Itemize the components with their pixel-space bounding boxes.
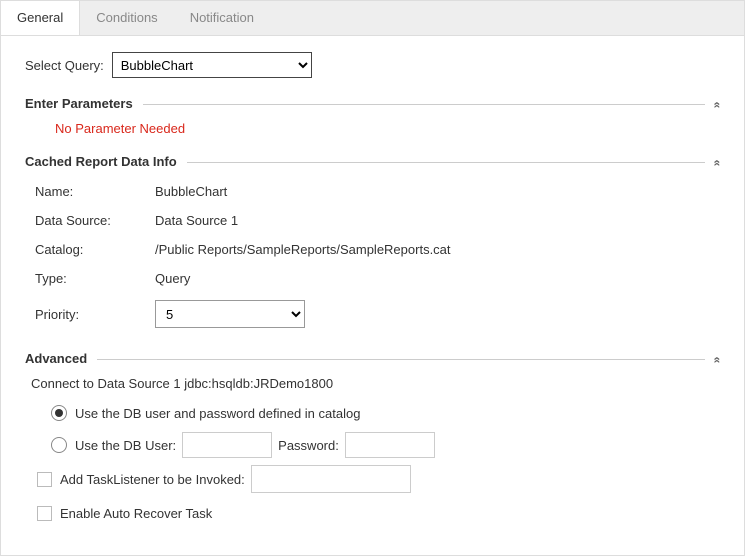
collapse-icon[interactable]: « <box>712 101 724 106</box>
checkbox-row-tasklistener: Add TaskListener to be Invoked: <box>37 465 720 493</box>
select-query-label: Select Query: <box>25 58 104 73</box>
tab-conditions[interactable]: Conditions <box>80 1 173 35</box>
priority-value-wrap: 5 <box>155 300 305 328</box>
collapse-icon[interactable]: « <box>712 356 724 361</box>
priority-label: Priority: <box>35 307 155 322</box>
select-query-row: Select Query: BubbleChart <box>25 52 720 78</box>
section-cached-report[interactable]: Cached Report Data Info « <box>25 154 720 169</box>
name-value: BubbleChart <box>155 184 227 199</box>
collapse-icon[interactable]: « <box>712 159 724 164</box>
section-divider <box>143 104 706 105</box>
cached-info-grid: Name: BubbleChart Data Source: Data Sour… <box>35 177 720 335</box>
checkbox-row-autorecover: Enable Auto Recover Task <box>37 499 720 527</box>
radio-use-dbuser[interactable] <box>51 437 67 453</box>
datasource-label: Data Source: <box>35 213 155 228</box>
catalog-value: /Public Reports/SampleReports/SampleRepo… <box>155 242 451 257</box>
info-row-catalog: Catalog: /Public Reports/SampleReports/S… <box>35 235 720 264</box>
db-password-input[interactable] <box>345 432 435 458</box>
radio-use-catalog-label: Use the DB user and password defined in … <box>75 406 360 421</box>
autorecover-label: Enable Auto Recover Task <box>60 506 212 521</box>
connect-text: Connect to Data Source 1 jdbc:hsqldb:JRD… <box>31 376 720 391</box>
tab-bar: General Conditions Notification <box>1 1 744 36</box>
name-label: Name: <box>35 184 155 199</box>
section-title-parameters: Enter Parameters <box>25 96 143 111</box>
radio-use-dbuser-label: Use the DB User: <box>75 438 176 453</box>
radio-row-catalog[interactable]: Use the DB user and password defined in … <box>51 399 720 427</box>
section-enter-parameters[interactable]: Enter Parameters « <box>25 96 720 111</box>
advanced-body: Connect to Data Source 1 jdbc:hsqldb:JRD… <box>31 376 720 527</box>
type-value: Query <box>155 271 190 286</box>
datasource-value: Data Source 1 <box>155 213 238 228</box>
tab-general[interactable]: General <box>1 1 80 35</box>
tab-notification[interactable]: Notification <box>174 1 270 35</box>
tasklistener-label: Add TaskListener to be Invoked: <box>60 472 245 487</box>
radio-use-catalog[interactable] <box>51 405 67 421</box>
db-user-input[interactable] <box>182 432 272 458</box>
type-label: Type: <box>35 271 155 286</box>
dialog-panel: General Conditions Notification Select Q… <box>0 0 745 556</box>
section-title-cached: Cached Report Data Info <box>25 154 187 169</box>
checkbox-autorecover[interactable] <box>37 506 52 521</box>
tasklistener-input[interactable] <box>251 465 411 493</box>
password-label: Password: <box>278 438 339 453</box>
radio-row-dbuser[interactable]: Use the DB User: Password: <box>51 431 720 459</box>
catalog-label: Catalog: <box>35 242 155 257</box>
info-row-priority: Priority: 5 <box>35 293 720 335</box>
section-divider <box>97 359 705 360</box>
section-title-advanced: Advanced <box>25 351 97 366</box>
checkbox-tasklistener[interactable] <box>37 472 52 487</box>
priority-dropdown[interactable]: 5 <box>155 300 305 328</box>
no-parameter-message: No Parameter Needed <box>55 121 720 136</box>
section-advanced[interactable]: Advanced « <box>25 351 720 366</box>
tab-content: Select Query: BubbleChart Enter Paramete… <box>1 36 744 543</box>
info-row-name: Name: BubbleChart <box>35 177 720 206</box>
info-row-datasource: Data Source: Data Source 1 <box>35 206 720 235</box>
section-divider <box>187 162 706 163</box>
info-row-type: Type: Query <box>35 264 720 293</box>
select-query-dropdown[interactable]: BubbleChart <box>112 52 312 78</box>
